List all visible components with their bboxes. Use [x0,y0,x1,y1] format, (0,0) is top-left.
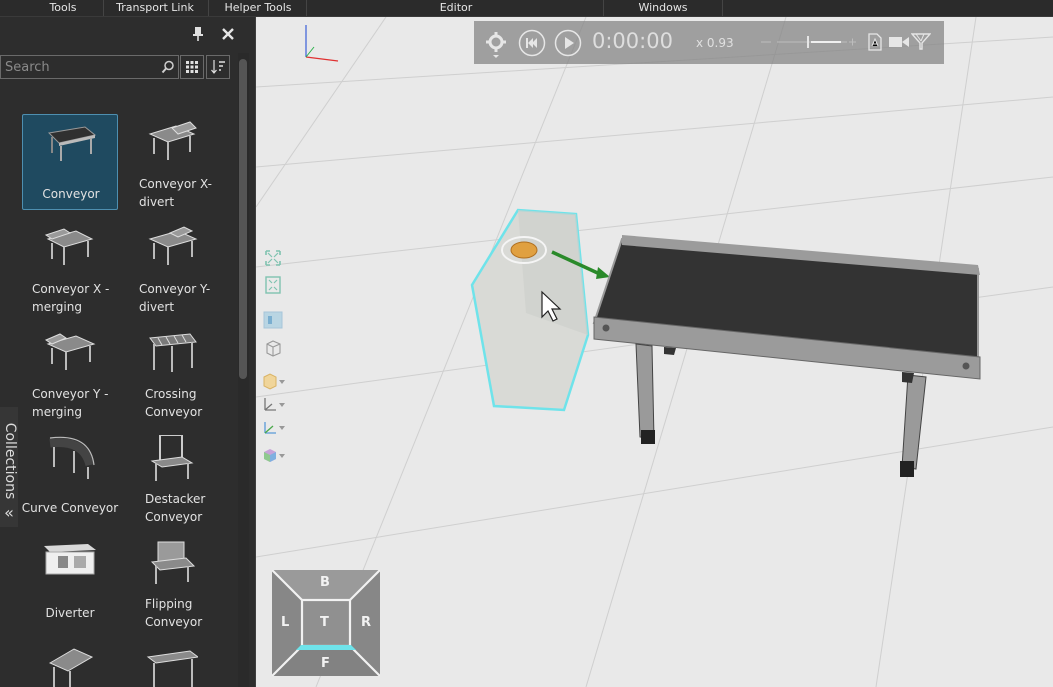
sort-icon [211,60,225,74]
double-chevron-left-icon[interactable]: « [1,503,17,522]
app-window: Tools Transport Link Tools Helper Tools … [0,0,1053,687]
diverter-thumbnail [44,544,96,575]
component-item-conveyor-x-divert[interactable]: Conveyor X- divert [124,114,220,210]
conveyor-x-merging-thumbnail [44,228,94,265]
component-label: Flipping Conveyor [145,597,203,629]
simulation-time: 0:00:00 [592,29,673,53]
component-label: Conveyor X - merging [32,282,110,314]
grid-view-button[interactable] [180,55,204,79]
component-item-crossing-conveyor[interactable]: Crossing Conveyor [124,324,220,420]
conveyor-3d-object[interactable] [592,235,981,477]
view-mode-icon[interactable] [260,309,286,331]
nav-cube-right-face[interactable]: R [361,615,371,630]
component-item-conveyor[interactable]: Conveyor [22,114,118,210]
nav-cube-top-face[interactable]: T [320,615,329,630]
coordinate-system-dropdown-icon[interactable] [260,393,286,415]
settings-gear-icon[interactable] [484,31,508,59]
pdf-export-icon[interactable] [867,33,883,51]
snap-dropdown-icon[interactable] [260,416,286,438]
zoom-fit-icon[interactable] [260,247,286,269]
flipping-conveyor-thumbnail [150,541,196,584]
library-panel: Conveyor Conveyor X- divert [0,17,256,687]
collections-tab[interactable]: Collections « [0,407,18,527]
close-panel-button[interactable] [218,24,238,44]
3d-viewport[interactable]: 0:00:00 x 0.93 B L T R F [256,17,1053,687]
component-item-conveyor-x-merging[interactable]: Conveyor X - merging [22,219,118,315]
speed-slider[interactable] [757,35,857,49]
menu-separator [306,0,307,16]
menu-windows[interactable]: Windows [626,0,700,16]
component-grid: Conveyor Conveyor X- divert Conveyor X -… [0,107,236,687]
crossing-conveyor-thumbnail [149,333,197,372]
search-field[interactable] [0,55,179,79]
close-icon [222,28,234,40]
simulation-toolbar: 0:00:00 x 0.93 [474,21,944,64]
conveyor-thumbnail [48,648,94,687]
shaded-mode-dropdown-icon[interactable] [260,370,286,392]
conveyor-y-merging-thumbnail [44,333,96,370]
panel-header [0,17,256,51]
component-item-flipping-conveyor[interactable]: Flipping Conveyor [124,534,220,630]
component-item-conveyor-y-divert[interactable]: Conveyor Y- divert [124,219,220,315]
axis-gizmo [305,25,339,62]
conveyor-thumbnail [146,650,198,687]
zoom-selected-icon[interactable] [260,274,286,296]
component-label: Crossing Conveyor [145,387,203,419]
nav-cube-front-face[interactable]: F [321,656,330,671]
component-item-partial[interactable] [22,639,118,687]
menu-separator [722,0,723,16]
conveyor-y-divert-thumbnail [148,226,198,265]
simulation-speed: x 0.93 [696,36,734,50]
panel-scrollbar[interactable] [238,53,249,687]
sort-button[interactable] [206,55,230,79]
rewind-icon[interactable] [518,29,546,57]
menu-separator [603,0,604,16]
menu-helper-tools[interactable]: Helper Tools [220,0,296,16]
viewport-toolbar [260,243,286,468]
conveyor-thumbnail [47,126,97,161]
search-input[interactable] [5,58,155,76]
component-item-curve-conveyor[interactable]: Curve Conveyor [22,429,118,525]
view-filter-icon[interactable] [911,32,931,50]
navigation-cube[interactable]: B L T R F [271,569,381,677]
grid-view-icon [186,61,198,73]
menu-tools[interactable]: Tools [28,0,98,16]
pin-button[interactable] [188,24,208,44]
collections-label: Collections [2,422,18,500]
component-label: Conveyor Y - merging [32,387,109,419]
menu-separator [208,0,209,16]
scrollbar-thumb[interactable] [239,59,247,379]
search-icon[interactable] [161,60,175,74]
component-label: Conveyor X- divert [139,177,212,209]
nav-cube-back-face[interactable]: B [320,575,330,590]
play-icon[interactable] [554,29,582,57]
component-item-conveyor-y-merging[interactable]: Conveyor Y - merging [22,324,118,420]
curve-conveyor-thumbnail [49,436,95,479]
menu-bar: Tools Transport Link Tools Helper Tools … [0,0,1053,30]
component-label: Diverter [45,606,95,620]
video-record-icon[interactable] [888,34,910,50]
component-item-destacker-conveyor[interactable]: Destacker Conveyor [124,429,220,525]
destacker-conveyor-thumbnail [150,435,194,481]
component-label: Conveyor [42,187,100,201]
component-label: Conveyor Y- divert [139,282,211,314]
component-item-diverter[interactable]: Diverter [22,534,118,630]
display-options-dropdown-icon[interactable] [260,444,286,466]
conveyor-x-divert-thumbnail [148,121,197,160]
menu-transport-link-tools[interactable]: Transport Link Tools [104,0,206,30]
menu-editor[interactable]: Editor [420,0,492,16]
component-item-partial[interactable] [124,639,220,687]
pin-icon [193,27,203,41]
component-label: Destacker Conveyor [145,492,206,524]
nav-cube-left-face[interactable]: L [281,615,289,630]
cube-view-icon[interactable] [260,337,286,359]
component-label: Curve Conveyor [21,501,119,515]
